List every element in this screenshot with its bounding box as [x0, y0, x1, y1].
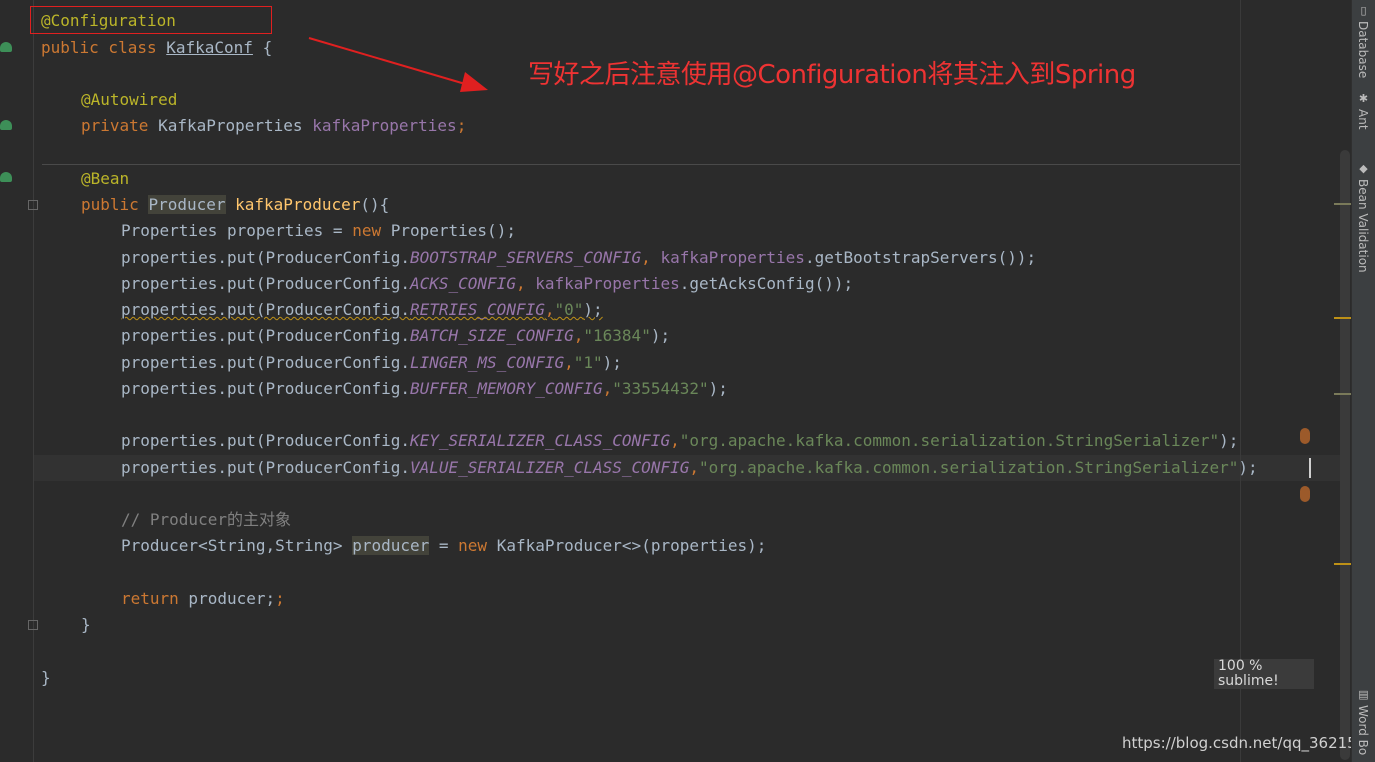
tool-tab-word-book[interactable]: ▤Word Bo [1356, 688, 1370, 755]
ant-icon: ✱ [1357, 92, 1370, 105]
warning-stripe-mark[interactable] [1334, 563, 1351, 565]
gradle-leaf-icon[interactable] [1300, 428, 1310, 444]
warning-stripe-mark[interactable] [1334, 317, 1351, 319]
tool-tab-ant[interactable]: ✱Ant [1356, 92, 1370, 130]
annotation-note: 写好之后注意使用@Configuration将其注入到Spring [528, 60, 1136, 90]
zoom-label: sublime! [1218, 673, 1279, 689]
code-editor[interactable]: @Configuration public class KafkaConf { … [0, 0, 1375, 762]
zoom-percent: 100 % [1218, 658, 1263, 674]
error-stripe-mark[interactable] [1334, 393, 1351, 395]
gradle-leaf-icon[interactable] [1300, 486, 1310, 502]
tool-tab-bean-validation[interactable]: ◆Bean Validation [1356, 162, 1370, 273]
tool-tab-database[interactable]: ▯Database [1356, 4, 1370, 78]
book-icon: ▤ [1357, 688, 1370, 701]
blog-watermark: https://blog.csdn.net/qq_36215047 [1122, 734, 1375, 752]
bean-validation-icon: ◆ [1357, 162, 1370, 175]
vertical-scrollbar[interactable] [1340, 150, 1350, 760]
zoom-indicator: 100 % sublime! [1214, 659, 1314, 689]
error-stripe-mark[interactable] [1334, 203, 1351, 205]
database-icon: ▯ [1357, 4, 1370, 17]
right-tool-sidebar: ▯Database ✱Ant ◆Bean Validation ▤Word Bo [1351, 0, 1375, 762]
annotation-arrow [308, 37, 488, 92]
